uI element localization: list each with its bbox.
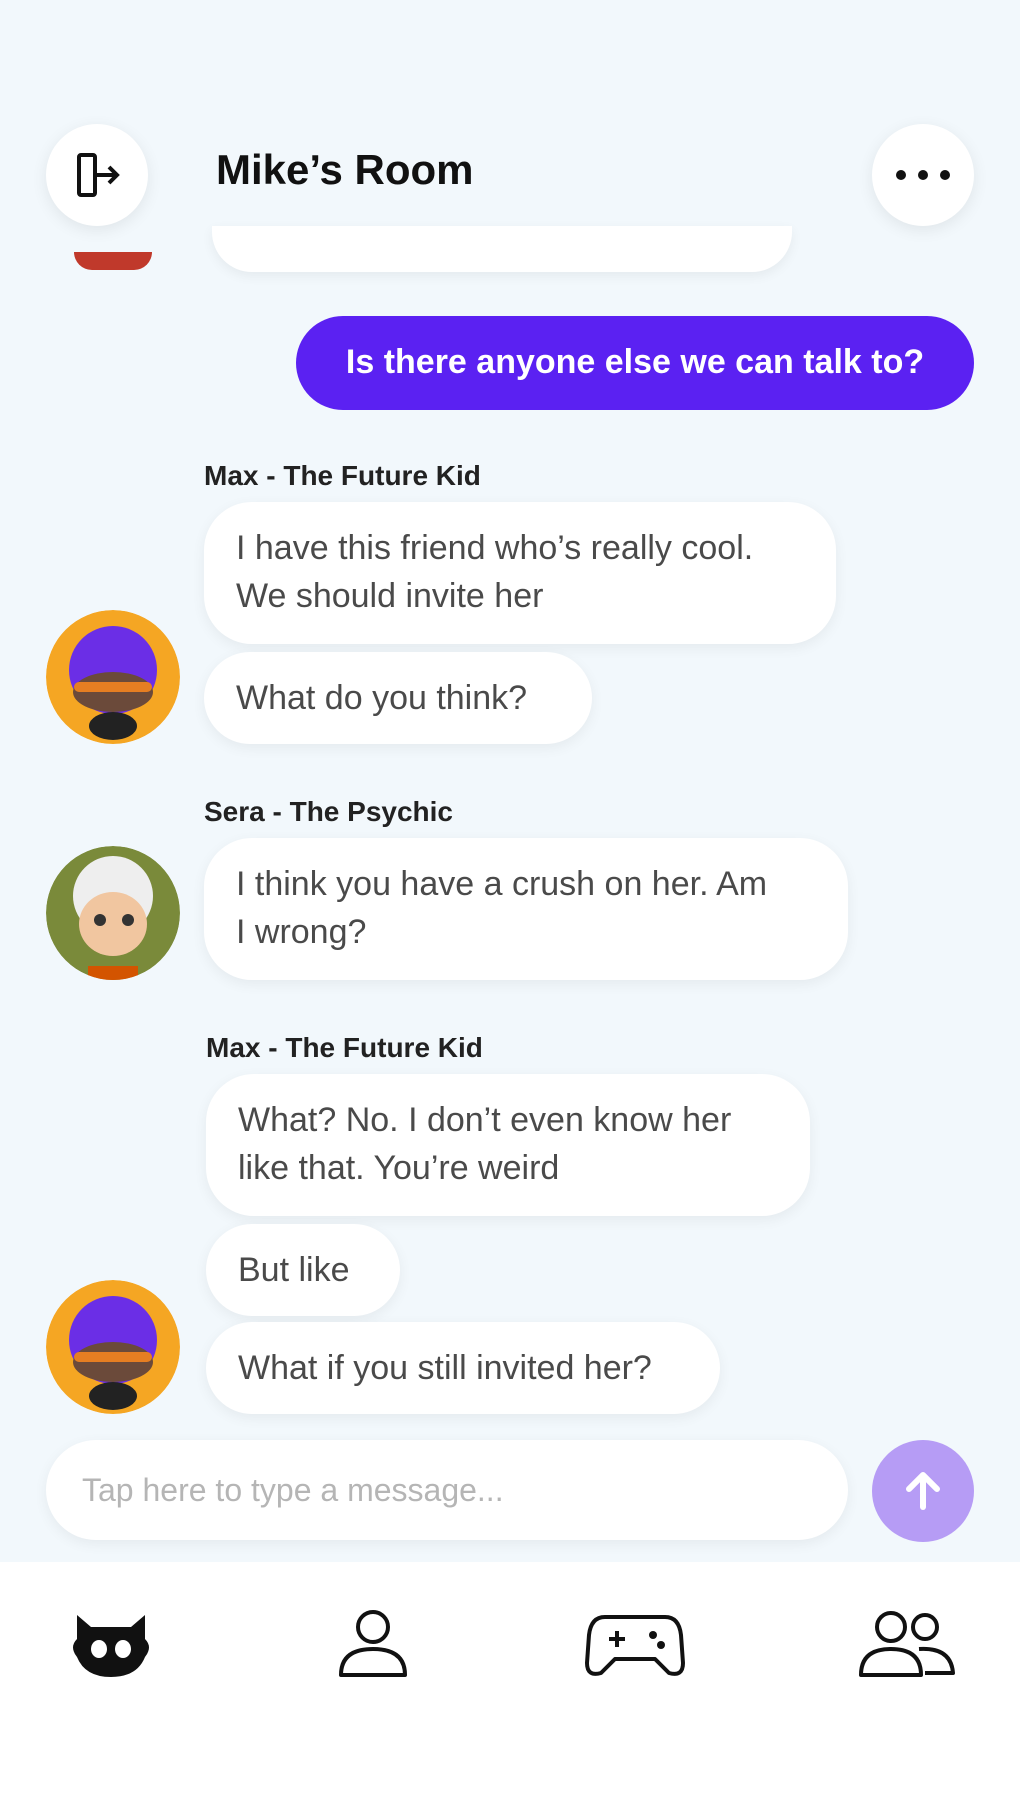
max-avatar-image [46, 610, 180, 744]
message-line: I wrong? [236, 913, 367, 951]
leave-room-icon [77, 153, 120, 197]
my-message-bubble: Is there anyone else we can talk to? [296, 316, 974, 410]
message-line: I think you have a crush on her. Am [236, 865, 768, 903]
avatar-partial [74, 252, 152, 270]
sender-name: Sera - The Psychic [204, 796, 454, 827]
room-title: Mike’s Room [216, 146, 474, 193]
top-bar: Mike’s Room [0, 0, 1020, 260]
message-bubble: But like [206, 1224, 400, 1316]
leave-room-button[interactable] [46, 124, 148, 226]
message-bubble: I have this friend who’s really cool. We… [204, 502, 836, 644]
sender-name: Max - The Future Kid [204, 460, 481, 491]
bot-icon [73, 1615, 149, 1677]
message-bubble: I think you have a crush on her. Am I wr… [204, 838, 848, 980]
message-line: We should invite her [236, 577, 544, 615]
nav-profile[interactable] [318, 1598, 428, 1688]
message-bubble-partial [212, 226, 792, 272]
max-avatar-image [46, 1280, 180, 1414]
more-options-icon [896, 170, 950, 180]
sera-avatar-image [46, 846, 180, 980]
message-bubble: What do you think? [204, 652, 592, 744]
message-input[interactable] [80, 1470, 848, 1510]
arrow-up-icon [906, 1472, 940, 1510]
message-line: like that. You’re weird [238, 1149, 560, 1187]
more-options-button[interactable] [872, 124, 974, 226]
avatar-sera[interactable] [46, 846, 180, 980]
sender-name: Max - The Future Kid [206, 1032, 483, 1063]
nav-bots[interactable] [56, 1598, 166, 1688]
message-bubble: What? No. I don’t even know her like tha… [206, 1074, 810, 1216]
message-composer[interactable] [46, 1440, 848, 1540]
message-bubble: What if you still invited her? [206, 1322, 720, 1414]
send-button[interactable] [872, 1440, 974, 1542]
message-line: What? No. I don’t even know her [238, 1101, 732, 1139]
profile-icon [339, 1610, 407, 1677]
games-icon [585, 1615, 685, 1676]
avatar-max[interactable] [46, 610, 180, 744]
bottom-navigation [0, 1562, 1020, 1819]
friends-icon [859, 1611, 955, 1677]
avatar-max[interactable] [46, 1280, 180, 1414]
nav-games[interactable] [580, 1598, 690, 1688]
message-line: I have this friend who’s really cool. [236, 529, 754, 567]
nav-friends[interactable] [852, 1598, 962, 1688]
